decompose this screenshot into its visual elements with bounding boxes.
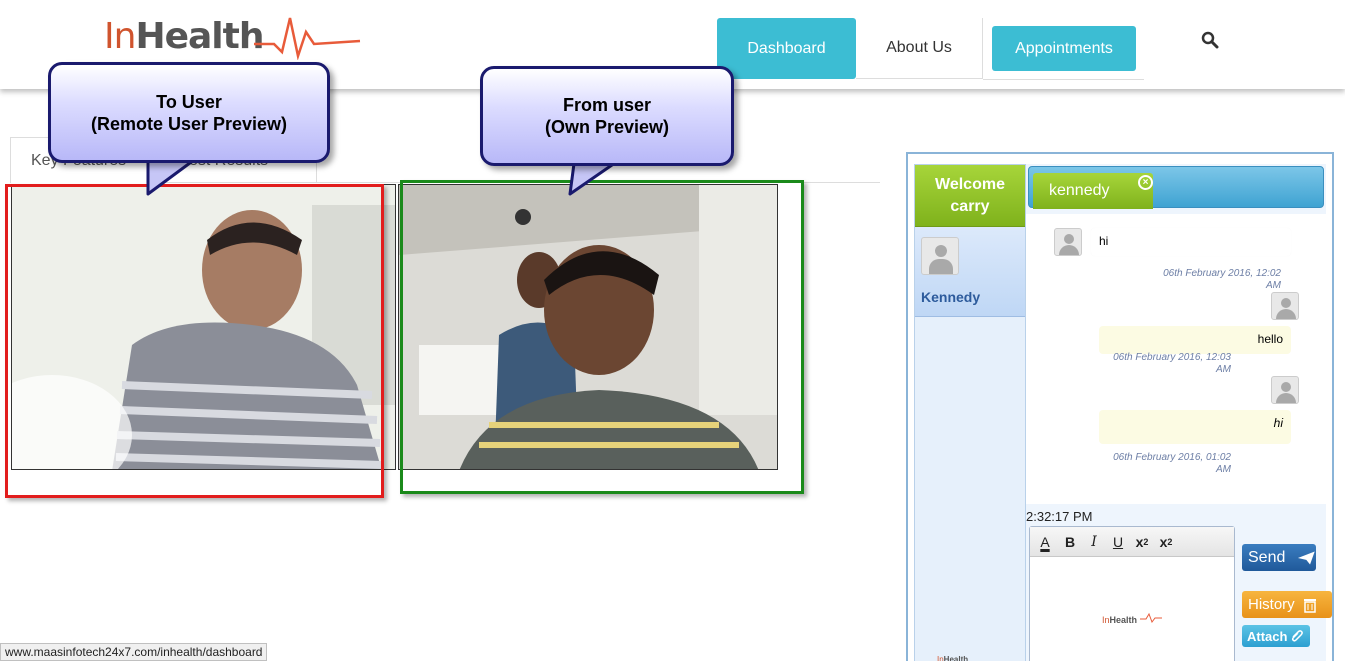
own-callout-line1: From user (562, 95, 652, 115)
chat-main-area: kennedy × hi 06th February 2016, 12:02 A… (1026, 164, 1332, 661)
heartbeat-icon (1139, 612, 1162, 624)
chat-contacts-sidebar: Welcome carry Kennedy InHealth (914, 164, 1026, 661)
remote-callout-line1: To User (156, 91, 222, 112)
inhealth-logo[interactable]: InHealth (104, 8, 364, 60)
sidebar-small-logo: InHealth (937, 655, 969, 661)
close-icon[interactable]: × (1138, 175, 1153, 190)
trash-icon (1303, 598, 1316, 613)
heartbeat-icon (254, 17, 361, 60)
subscript-button[interactable]: x2 (1131, 531, 1153, 553)
editor-toolbar: A B I U x2 x2 (1030, 527, 1234, 557)
chat-tab-label: kennedy (1049, 182, 1110, 199)
message-timestamp: 06th February 2016, 12:02 AM (1163, 268, 1281, 291)
browser-status-bar: www.maasinfotech24x7.com/inhealth/dashbo… (0, 643, 268, 661)
paperclip-icon (1292, 630, 1304, 642)
nav-divider (983, 79, 1144, 80)
message-bubble: hi (1099, 410, 1291, 444)
own-preview-highlight-frame (400, 180, 804, 494)
logo-health-text: Health (135, 16, 264, 57)
nav-appointments[interactable]: Appointments (992, 26, 1136, 71)
logo-in-text: In (104, 16, 136, 57)
contact-item-kennedy[interactable]: Kennedy (915, 227, 1025, 317)
send-button[interactable]: Send (1242, 544, 1316, 571)
remote-preview-highlight-frame (5, 184, 384, 498)
underline-button[interactable]: U (1107, 531, 1129, 553)
message-editor[interactable]: A B I U x2 x2 InHealth (1029, 526, 1235, 661)
nav-about-us[interactable]: About Us (856, 18, 983, 79)
message-avatar (1271, 292, 1299, 320)
bold-button[interactable]: B (1059, 531, 1081, 553)
own-callout-line2: (Own Preview) (544, 117, 670, 137)
own-preview-callout: From user (Own Preview) (480, 66, 736, 198)
attach-button[interactable]: Attach (1242, 625, 1310, 647)
chat-tab-kennedy[interactable]: kennedy × (1033, 173, 1153, 209)
message-avatar (1271, 376, 1299, 404)
message-bubble: hello (1099, 326, 1291, 354)
contact-name: Kennedy (921, 289, 981, 305)
message-bubble: hi (1091, 228, 1291, 256)
paper-plane-icon (1298, 550, 1316, 565)
contact-avatar (921, 237, 959, 275)
font-color-button[interactable]: A (1034, 531, 1056, 553)
chat-tab-bar: kennedy × (1028, 166, 1324, 209)
nav-dashboard[interactable]: Dashboard (717, 18, 856, 79)
editor-small-logo: InHealth (1102, 612, 1162, 625)
superscript-button[interactable]: x2 (1155, 531, 1177, 553)
status-url: www.maasinfotech24x7.com/inhealth/dashbo… (5, 645, 263, 659)
welcome-banner: Welcome carry (915, 165, 1025, 227)
chat-panel: Welcome carry Kennedy InHealth kennedy ×… (906, 152, 1334, 661)
history-button[interactable]: History (1242, 591, 1332, 618)
remote-preview-callout: To User (Remote User Preview) (48, 62, 333, 198)
italic-button[interactable]: I (1083, 531, 1105, 553)
welcome-username: carry (950, 197, 990, 215)
remote-callout-line2: (Remote User Preview) (90, 113, 288, 134)
message-avatar (1054, 228, 1082, 256)
message-timestamp: 06th February 2016, 01:02 AM (1113, 452, 1231, 475)
chat-clock: 2:32:17 PM (1026, 509, 1093, 524)
welcome-text: Welcome (935, 175, 1005, 193)
message-history: hi 06th February 2016, 12:02 AM hello 06… (1026, 214, 1326, 504)
search-icon[interactable] (1201, 31, 1219, 49)
message-timestamp: 06th February 2016, 12:03 AM (1113, 352, 1231, 375)
